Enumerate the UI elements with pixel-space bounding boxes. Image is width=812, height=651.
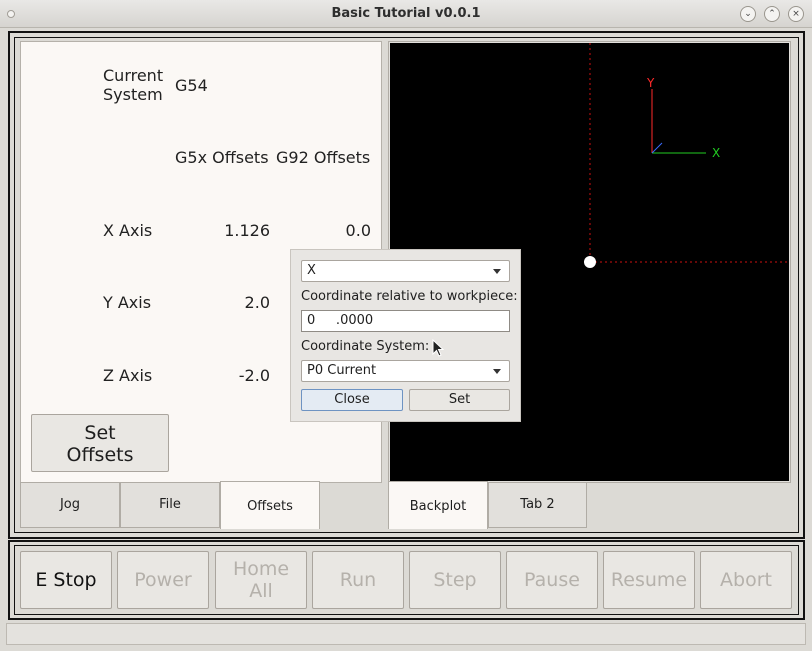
resume-button[interactable]: Resume xyxy=(603,551,695,609)
y-axis-text: Y xyxy=(646,76,655,90)
window-title: Basic Tutorial v0.0.1 xyxy=(331,6,481,21)
g5x-offsets-header: G5x Offsets xyxy=(175,148,269,167)
x-axis-g5x-value[interactable]: 1.126 xyxy=(190,221,270,240)
axis-select[interactable]: X xyxy=(301,260,510,282)
g92-offsets-header: G92 Offsets xyxy=(276,148,371,167)
dropdown-arrow-icon xyxy=(493,269,501,274)
tab-2[interactable]: Tab 2 xyxy=(488,482,587,528)
coord-system-label: Coordinate System: xyxy=(301,339,430,354)
tool-position-dot xyxy=(584,256,596,268)
window-titlebar[interactable]: Basic Tutorial v0.0.1 ⌄ ⌃ × xyxy=(0,0,812,28)
y-axis-label: Y Axis xyxy=(103,293,152,312)
set-coordinate-dialog: X Coordinate relative to workpiece: 0 .0… xyxy=(290,249,521,422)
z-axis-label: Z Axis xyxy=(103,366,153,385)
x-axis-g92-value: 0.0 xyxy=(345,221,371,240)
minimize-icon[interactable]: ⌄ xyxy=(740,6,756,22)
tab-file[interactable]: File xyxy=(120,482,220,528)
current-system-label: Current System xyxy=(103,66,164,104)
set-button[interactable]: Set xyxy=(409,389,510,411)
power-button[interactable]: Power xyxy=(117,551,209,609)
tab-backplot[interactable]: Backplot xyxy=(388,481,488,529)
coordinate-system-select[interactable]: P0 Current xyxy=(301,360,510,382)
pause-button[interactable]: Pause xyxy=(506,551,598,609)
tab-offsets[interactable]: Offsets xyxy=(220,481,320,529)
abort-button[interactable]: Abort xyxy=(700,551,792,609)
home-all-button[interactable]: Home All xyxy=(215,551,307,609)
step-button[interactable]: Step xyxy=(409,551,501,609)
run-button[interactable]: Run xyxy=(312,551,404,609)
set-offsets-button[interactable]: Set Offsets xyxy=(31,414,169,472)
maximize-icon[interactable]: ⌃ xyxy=(764,6,780,22)
axis-select-value: X xyxy=(307,263,316,278)
x-axis-label: X Axis xyxy=(103,221,153,240)
x-axis-text: X xyxy=(712,146,720,160)
dropdown-arrow-icon xyxy=(493,369,501,374)
tab-jog[interactable]: Jog xyxy=(20,482,120,528)
coordinate-system-value: P0 Current xyxy=(307,363,377,378)
close-button[interactable]: Close xyxy=(301,389,403,411)
estop-button[interactable]: E Stop xyxy=(20,551,112,609)
close-icon[interactable]: × xyxy=(788,6,804,22)
coordinate-input[interactable]: 0 .0000 xyxy=(301,310,510,332)
current-system-value: G54 xyxy=(175,76,208,95)
y-axis-g5x-value[interactable]: 2.0 xyxy=(190,293,270,312)
coord-label: Coordinate relative to workpiece: xyxy=(301,289,518,304)
mouse-cursor-icon xyxy=(432,339,444,357)
status-bar xyxy=(6,623,806,645)
z-axis-g5x-value[interactable]: -2.0 xyxy=(190,366,270,385)
